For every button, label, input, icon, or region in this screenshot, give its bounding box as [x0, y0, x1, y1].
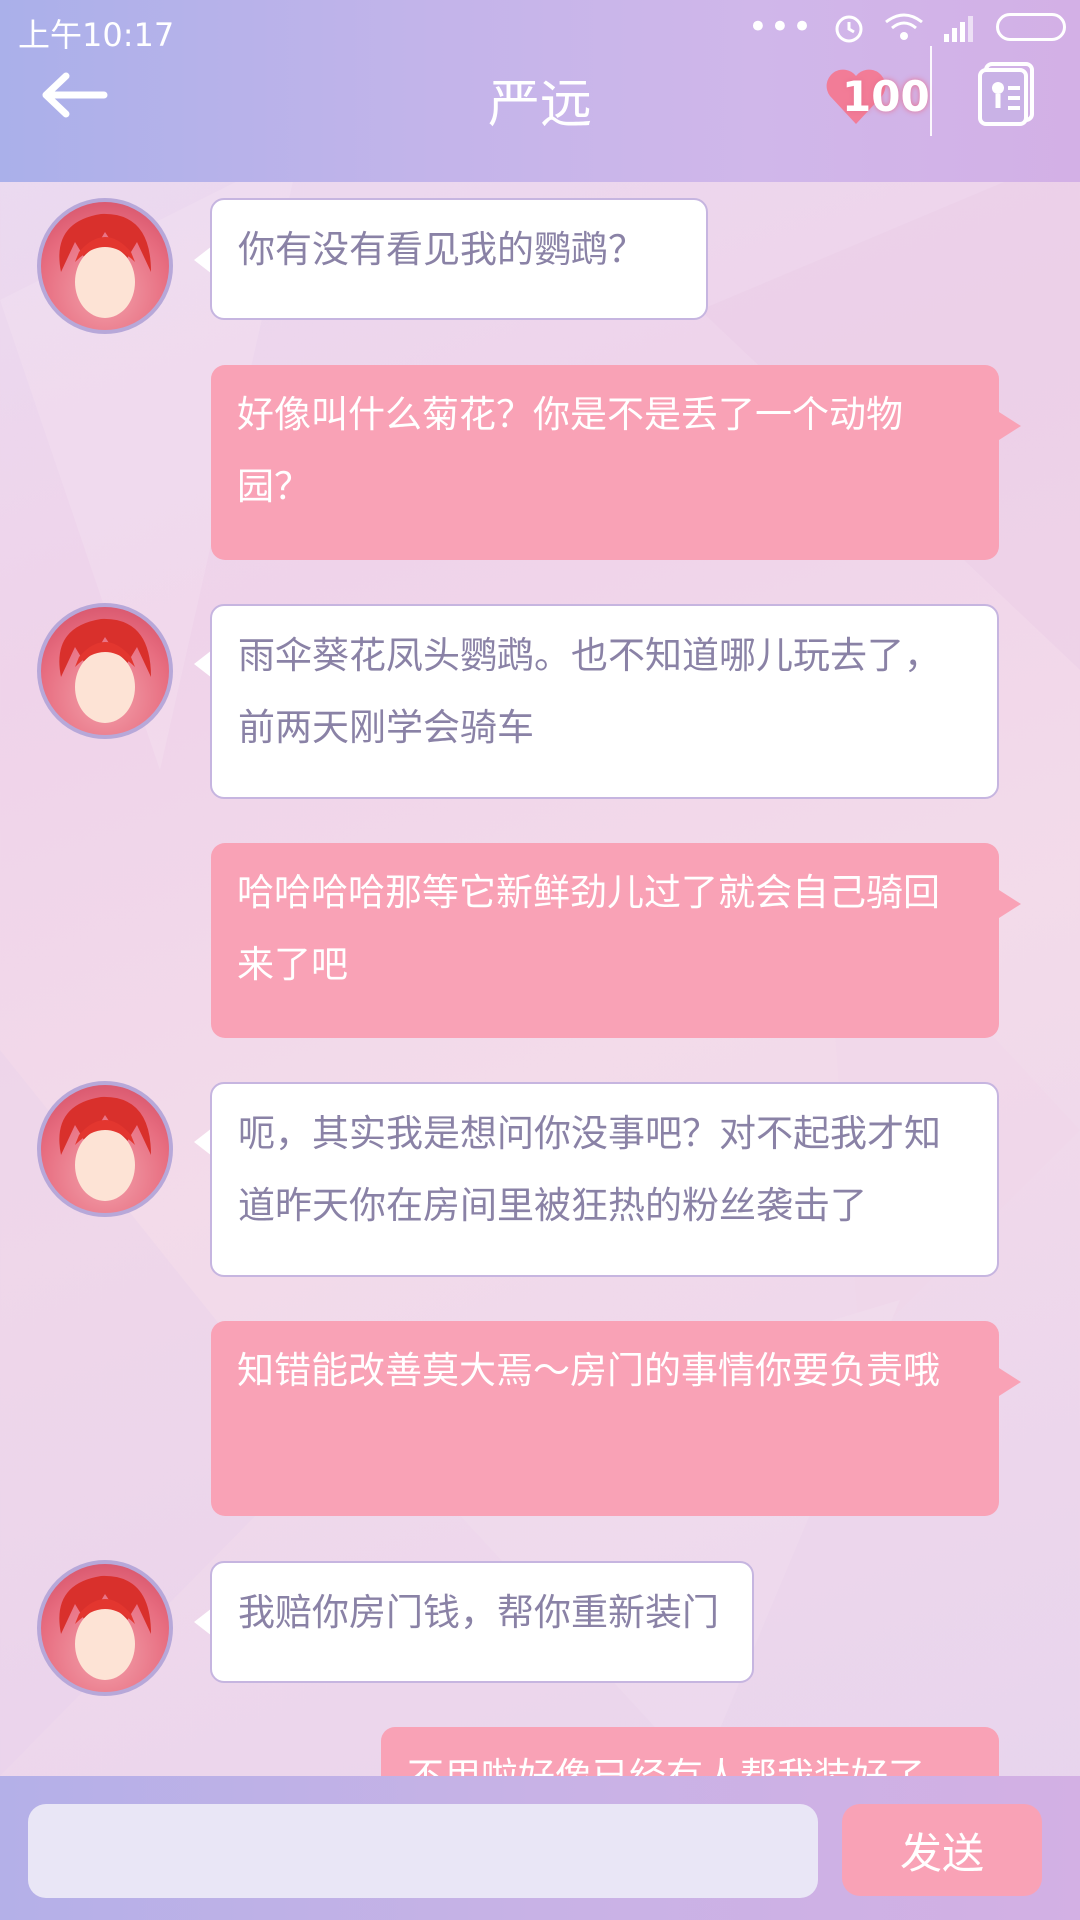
top-bar: 上午10:17 ••• 严远 100: [0, 0, 1080, 182]
message-input[interactable]: [28, 1804, 818, 1898]
status-bar: 上午10:17 •••: [0, 0, 1080, 60]
outgoing-message: 知错能改善莫大焉～房门的事情你要负责哦: [211, 1321, 999, 1516]
incoming-message: 你有没有看见我的鹦鹉？: [210, 198, 708, 320]
send-button[interactable]: 发送: [842, 1804, 1042, 1896]
wifi-icon: [885, 13, 923, 40]
bubble-tail: [999, 1368, 1021, 1396]
incoming-message: 雨伞葵花凤头鹦鹉。也不知道哪儿玩去了，前两天刚学会骑车: [210, 604, 999, 799]
battery-icon: [996, 13, 1066, 41]
avatar[interactable]: [37, 603, 173, 739]
bubble-tail: [999, 412, 1021, 440]
alarm-icon: [835, 15, 863, 43]
more-dots-icon: •••: [747, 7, 814, 47]
incoming-message: 呃，其实我是想问你没事吧？对不起我才知道昨天你在房间里被狂热的粉丝袭击了: [210, 1082, 999, 1277]
avatar[interactable]: [37, 1081, 173, 1217]
avatar[interactable]: [37, 1560, 173, 1696]
message-input-bar: 发送: [0, 1776, 1080, 1920]
status-time: 上午10:17: [18, 16, 175, 54]
profile-card-icon[interactable]: [976, 60, 1038, 126]
bubble-tail: [999, 890, 1021, 918]
avatar[interactable]: [37, 198, 173, 334]
outgoing-message: 好像叫什么菊花？你是不是丢了一个动物园？: [211, 365, 999, 560]
outgoing-message: 哈哈哈哈那等它新鲜劲儿过了就会自己骑回来了吧: [211, 843, 999, 1038]
affection-count: 100: [842, 72, 930, 121]
header-divider: [930, 46, 932, 136]
incoming-message: 我赔你房门钱，帮你重新装门: [210, 1561, 754, 1683]
signal-icon: [944, 16, 973, 42]
